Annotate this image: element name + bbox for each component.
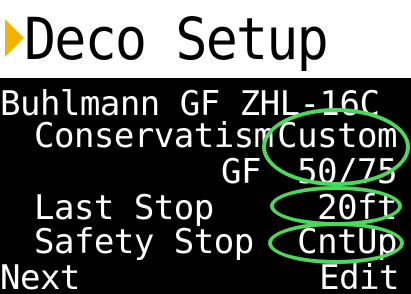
safety-stop-label: Safety Stop (34, 222, 254, 262)
selection-arrow-icon (5, 19, 24, 57)
softkey-next[interactable]: Next (0, 258, 80, 294)
softkey-edit[interactable]: Edit (319, 258, 399, 294)
dive-computer-screen: Deco Setup Buhlmann GF ZHL-16C Conservat… (0, 0, 411, 294)
conservatism-value[interactable]: Custom (277, 116, 397, 156)
conservatism-label: Conservatism (34, 116, 274, 156)
title-bar: Deco Setup (0, 0, 411, 78)
page-title: Deco Setup (24, 5, 329, 73)
gf-label: GF (221, 152, 261, 192)
gf-value[interactable]: 50/75 (297, 152, 397, 192)
safety-stop-value[interactable]: CntUp (297, 222, 397, 262)
